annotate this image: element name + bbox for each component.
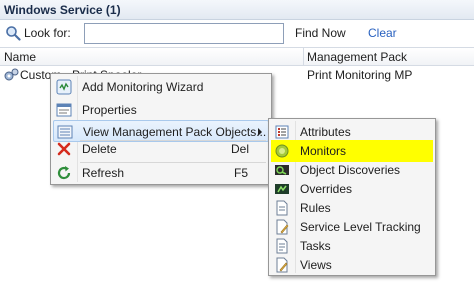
submenu-item-label: Views <box>300 258 332 272</box>
submenu-item-label: Monitors <box>300 144 347 158</box>
search-icon[interactable] <box>5 25 21 41</box>
menu-item-label: View Management Pack Objects... <box>83 125 267 139</box>
menu-item-label: Delete <box>82 142 117 156</box>
menu-item-delete[interactable]: Delete Del <box>53 138 269 160</box>
menu-item-label: Add Monitoring Wizard <box>82 80 204 94</box>
menu-item-refresh[interactable]: Refresh F5 <box>53 162 269 184</box>
discoveries-icon <box>275 165 289 175</box>
submenu-item-label: Rules <box>300 201 331 215</box>
row-management-pack-cell: Print Monitoring MP <box>307 68 413 82</box>
submenu-item-label: Tasks <box>300 239 331 253</box>
submenu-arrow-icon <box>258 128 262 136</box>
monitors-icon <box>275 144 289 158</box>
submenu-item-label: Attributes <box>300 125 351 139</box>
search-bar: Look for: Find Now Clear <box>0 20 474 47</box>
submenu-item-label: Overrides <box>300 182 353 196</box>
clear-link[interactable]: Clear <box>368 26 397 40</box>
overrides-icon <box>275 184 289 194</box>
pane-title-bar: Windows Service (1) <box>0 0 474 20</box>
refresh-icon <box>57 166 71 180</box>
column-divider[interactable] <box>303 48 304 66</box>
views-icon <box>276 257 288 273</box>
rules-icon <box>276 200 288 216</box>
delete-icon <box>57 142 71 156</box>
menu-item-add-monitoring-wizard[interactable]: Add Monitoring Wizard <box>53 76 269 98</box>
service-icon <box>4 68 19 81</box>
column-header-name[interactable]: Name <box>4 50 36 64</box>
submenu-item-label: Object Discoveries <box>300 163 401 177</box>
find-now-button[interactable]: Find Now <box>295 26 346 40</box>
slt-icon <box>276 219 289 235</box>
submenu-item-views[interactable]: Views <box>271 254 433 276</box>
wizard-icon <box>56 79 72 95</box>
shortcut-refresh: F5 <box>234 166 249 180</box>
menu-item-label: Properties <box>82 103 137 117</box>
attributes-icon <box>275 125 289 139</box>
tasks-icon <box>276 238 288 254</box>
shortcut-delete: Del <box>231 142 250 156</box>
column-header-row: Name Management Pack <box>0 47 474 66</box>
look-for-label: Look for: <box>24 26 71 40</box>
properties-icon <box>56 103 72 117</box>
menu-item-properties[interactable]: Properties <box>53 99 269 121</box>
column-header-management-pack[interactable]: Management Pack <box>307 50 407 64</box>
submenu-mp-objects: Attributes Monitors Object Discoveries O… <box>268 118 436 276</box>
context-menu: Add Monitoring Wizard Properties View Ma… <box>50 73 272 185</box>
search-input[interactable] <box>84 23 284 44</box>
submenu-item-label: Service Level Tracking <box>300 220 421 234</box>
pane-title: Windows Service (1) <box>4 3 121 17</box>
menu-item-label: Refresh <box>82 166 125 180</box>
